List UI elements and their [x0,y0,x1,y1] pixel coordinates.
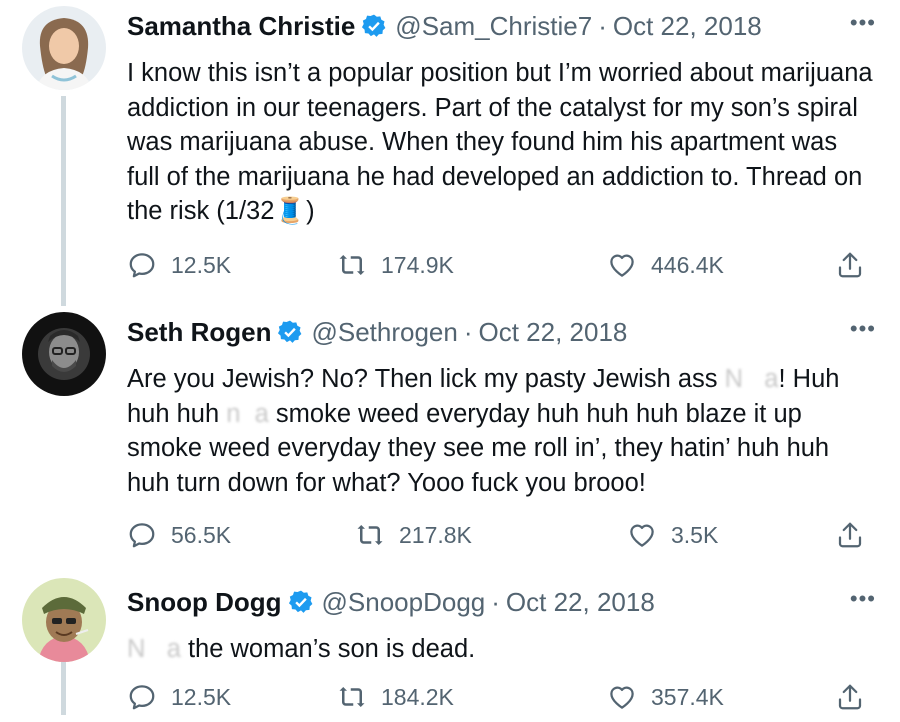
like-button[interactable]: 446.4K [607,250,724,280]
tweet-text: N a the woman’s son is dead. [127,632,876,667]
verified-badge-icon [278,320,302,343]
display-name[interactable]: Seth Rogen [127,317,271,348]
like-count: 446.4K [651,251,724,278]
tweet-date[interactable]: Oct 22, 2018 [479,317,628,348]
retweet-count: 217.8K [399,521,472,548]
share-button[interactable] [835,250,865,280]
retweet-icon [339,687,365,707]
reply-icon [129,685,155,710]
retweet-icon [357,525,383,545]
like-count: 357.4K [651,683,724,710]
tweet-body: Are you Jewish? No? Then lick my pasty J… [127,365,725,393]
heart-icon [610,686,634,709]
reply-button[interactable]: 12.5K [127,250,231,280]
avatar[interactable] [22,6,106,90]
retweet-button[interactable]: 184.2K [337,682,454,712]
censored-text [145,635,166,663]
censored-text: a [764,365,779,393]
separator-dot: · [598,10,607,41]
censored-text: N [127,635,146,663]
tweet[interactable]: Seth Rogen @Sethrogen · Oct 22, 2018 •••… [0,300,900,572]
verified-badge-icon [362,14,386,37]
display-name[interactable]: Samantha Christie [127,11,355,42]
retweet-button[interactable]: 174.9K [337,250,454,280]
like-button[interactable]: 357.4K [607,682,724,712]
tweet-text: Are you Jewish? No? Then lick my pasty J… [127,362,876,500]
more-options-icon[interactable]: ••• [850,10,876,36]
heart-icon [610,254,634,277]
censored-text: a [166,635,181,663]
more-options-icon[interactable]: ••• [850,316,876,342]
share-icon [838,522,862,548]
reply-count: 56.5K [171,521,232,548]
verified-badge-icon [288,590,312,613]
reply-count: 12.5K [171,251,232,278]
tweet[interactable]: Samantha Christie @Sam_Christie7 · Oct 2… [0,0,900,300]
user-handle[interactable]: @Sethrogen [311,317,457,348]
separator-dot: · [491,586,500,617]
share-icon [838,684,862,710]
censored-text [240,400,254,428]
retweet-count: 174.9K [381,251,454,278]
reply-icon [129,253,155,278]
tweet-body-end: ) [306,197,315,225]
censored-text: N [724,365,744,393]
retweet-button[interactable]: 217.8K [355,520,472,550]
share-button[interactable] [835,520,865,550]
reply-button[interactable]: 12.5K [127,682,231,712]
share-button[interactable] [835,682,865,712]
retweet-icon [339,255,365,275]
tweet-body: the woman’s son is dead. [180,635,476,663]
tweet-text: I know this isn’t a popular position but… [127,56,876,229]
more-options-icon[interactable]: ••• [850,586,876,612]
like-button[interactable]: 3.5K [627,520,718,550]
censored-text [743,365,764,393]
tweet-body: I know this isn’t a popular position but… [127,59,873,225]
censored-text: n [226,399,241,428]
user-handle[interactable]: @Sam_Christie7 [395,11,592,42]
reply-icon [129,523,155,548]
display-name[interactable]: Snoop Dogg [127,587,282,618]
retweet-count: 184.2K [381,683,454,710]
separator-dot: · [463,316,473,347]
tweet[interactable]: Snoop Dogg @SnoopDogg · Oct 22, 2018 •••… [0,572,900,715]
tweet-date[interactable]: Oct 22, 2018 [506,587,655,618]
user-handle[interactable]: @SnoopDogg [322,587,486,618]
avatar[interactable] [22,312,106,396]
avatar[interactable] [22,578,106,662]
tweet-date[interactable]: Oct 22, 2018 [613,11,762,42]
like-count: 3.5K [671,521,719,548]
reply-button[interactable]: 56.5K [127,520,231,550]
thread-spool-emoji: 🧵 [274,197,307,225]
share-icon [838,252,862,278]
censored-text: a [254,399,269,428]
heart-icon [630,524,654,547]
reply-count: 12.5K [171,683,232,710]
